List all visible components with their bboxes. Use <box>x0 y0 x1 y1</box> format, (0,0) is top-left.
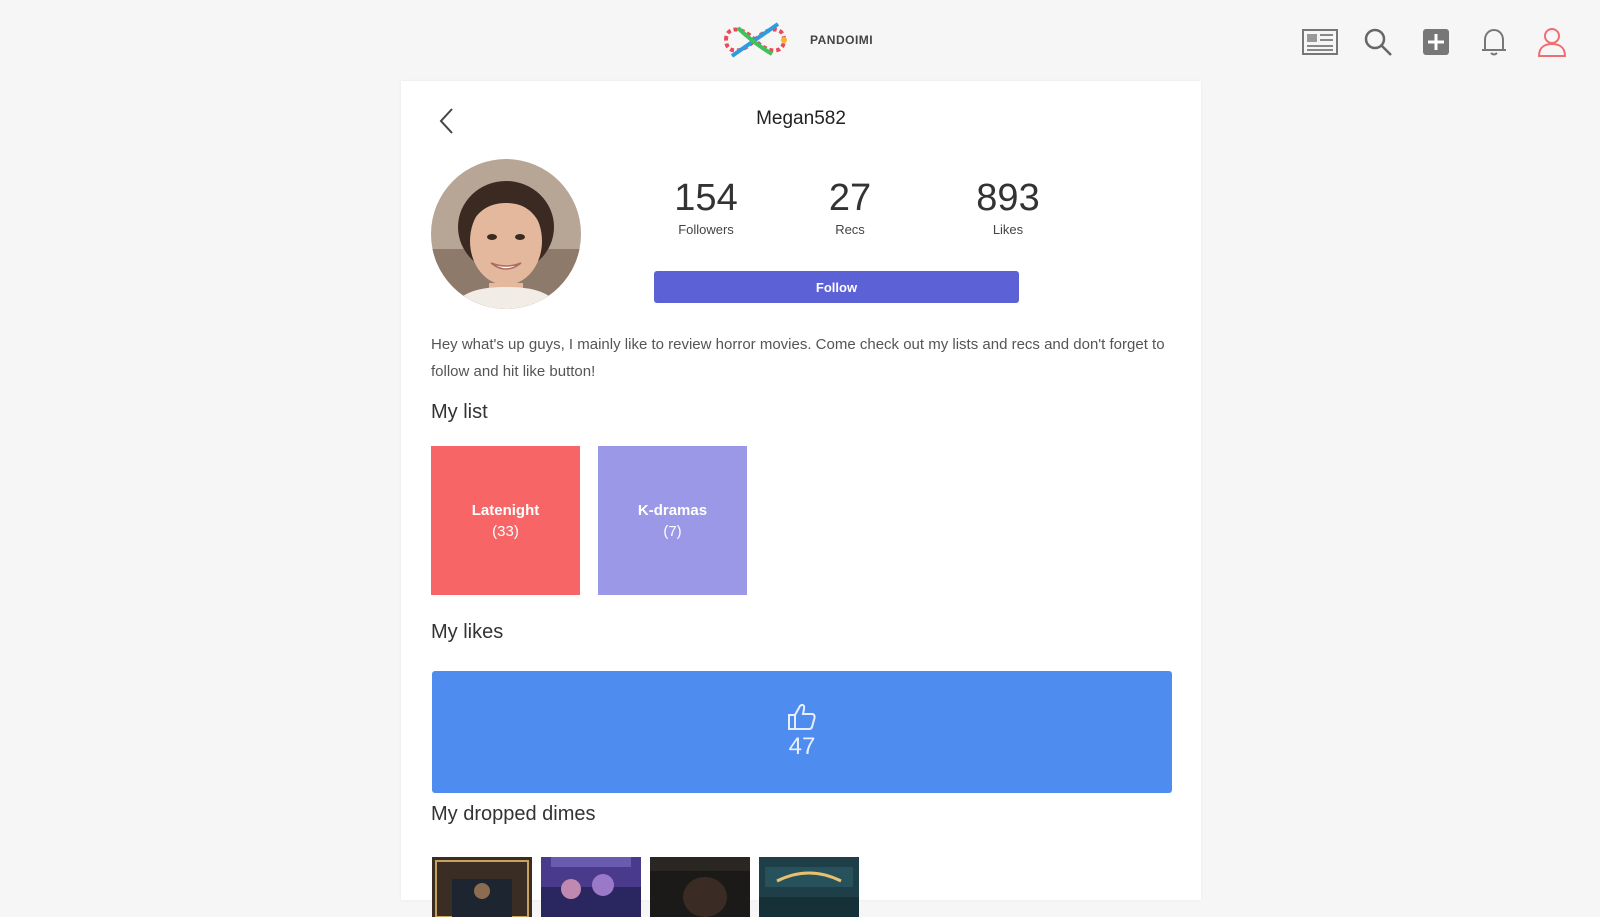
list-tile-name: K-dramas <box>637 501 708 519</box>
recs-count: 27 <box>828 177 872 219</box>
list-tile-count: (33) <box>492 522 519 540</box>
list-tile-k-dramas[interactable]: K-dramas (7) <box>598 446 747 595</box>
thumbs-up-icon <box>788 704 816 730</box>
top-bar: PANDOIMI <box>0 0 1600 80</box>
followers-count: 154 <box>674 177 738 219</box>
follow-button[interactable]: Follow <box>654 271 1019 303</box>
profile-stats: 154 Followers 27 Recs 893 Likes <box>651 176 1051 246</box>
list-tile-latenight[interactable]: Latenight (33) <box>431 446 580 595</box>
list-tile-name: Latenight <box>471 501 540 519</box>
dime-poster[interactable] <box>432 857 532 917</box>
avatar <box>431 159 581 309</box>
infinity-logo-icon <box>723 22 787 58</box>
brand-name: PANDOIMI <box>810 33 874 47</box>
dime-poster[interactable] <box>650 857 750 917</box>
brand[interactable]: PANDOIMI <box>718 18 873 62</box>
my-dropped-dimes-title: My dropped dimes <box>431 803 596 825</box>
add-icon[interactable] <box>1416 22 1456 62</box>
user-icon[interactable] <box>1532 22 1572 62</box>
dime-poster[interactable] <box>759 857 859 917</box>
followers-label: Followers <box>678 222 734 237</box>
my-list-title: My list <box>431 401 488 423</box>
likes-label: Likes <box>992 222 1024 237</box>
my-likes-box[interactable]: 47 <box>432 671 1172 793</box>
list-tile-count: (7) <box>663 522 682 540</box>
profile-username: Megan582 <box>756 108 846 129</box>
bell-icon[interactable] <box>1474 22 1514 62</box>
profile-card: Megan582 154 Followers 27 Recs 893 Likes <box>401 81 1201 917</box>
news-icon[interactable] <box>1300 22 1340 62</box>
my-likes-title: My likes <box>431 621 504 643</box>
stat-recs[interactable]: 27 Recs <box>795 176 905 237</box>
stat-followers[interactable]: 154 Followers <box>651 176 761 237</box>
stat-likes[interactable]: 893 Likes <box>953 176 1063 237</box>
top-icons <box>1282 22 1572 62</box>
profile-bio: Hey what's up guys, I mainly like to rev… <box>431 336 1165 380</box>
my-likes-count: 47 <box>788 733 816 760</box>
likes-count: 893 <box>976 177 1040 219</box>
dime-poster[interactable] <box>541 857 641 917</box>
search-icon[interactable] <box>1358 22 1398 62</box>
recs-label: Recs <box>835 222 865 237</box>
dimes-row <box>432 857 868 917</box>
